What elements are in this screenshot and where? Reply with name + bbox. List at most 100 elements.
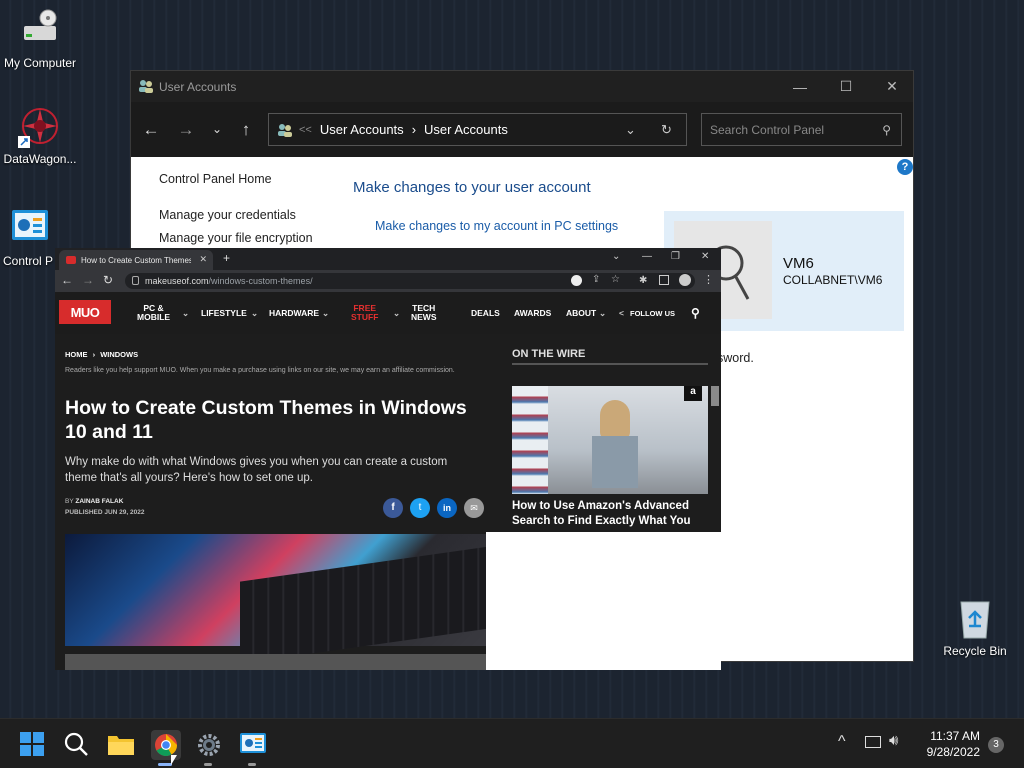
side-panel-icon[interactable]	[659, 275, 669, 285]
desktop-icon-datawagon[interactable]: DataWagon...	[0, 104, 80, 166]
desktop-icon-label: Control P	[3, 254, 54, 268]
nav-follow-us[interactable]: FOLLOW US	[630, 292, 675, 334]
nav-chevron-icon: ⌄	[599, 307, 607, 318]
back-arrow-icon[interactable]: ←	[61, 273, 73, 287]
tab-close-icon[interactable]: ✕	[199, 254, 207, 265]
google-lens-icon[interactable]	[571, 275, 582, 286]
show-hidden-icons-chevron-icon[interactable]: ^	[838, 733, 846, 751]
breadcrumb-home[interactable]: HOME	[65, 350, 88, 359]
file-explorer-button[interactable]	[107, 731, 135, 759]
breadcrumb-overflow-icon[interactable]: <<	[299, 124, 312, 136]
nav-pc-mobile[interactable]: PC & MOBILE	[137, 292, 170, 334]
nav-chevron-icon: ⌄	[182, 307, 190, 318]
twitter-share-icon[interactable]: t	[410, 498, 430, 518]
datawagon-icon	[18, 104, 62, 148]
facebook-share-icon[interactable]: f	[383, 498, 403, 518]
start-button[interactable]	[19, 731, 47, 759]
network-icon[interactable]	[865, 736, 881, 748]
settings-button[interactable]	[195, 731, 223, 759]
clock-time: 11:37 AM	[930, 729, 980, 743]
author-name[interactable]: ZAINAB FALAK	[75, 498, 123, 505]
volume-icon[interactable]: 🔊︎	[889, 732, 898, 749]
profile-icon[interactable]	[679, 274, 691, 286]
up-arrow-icon[interactable]: ↑	[236, 120, 256, 140]
notification-badge[interactable]: 3	[988, 737, 1004, 753]
article-hero-image	[65, 534, 490, 664]
desktop-icon-recycle-bin[interactable]: Recycle Bin	[935, 596, 1015, 658]
site-header: MUO PC & MOBILE ⌄ LIFESTYLE ⌄ HARDWARE ⌄…	[55, 292, 721, 334]
address-bar[interactable]: << User Accounts › User Accounts ⌄ ↻	[268, 113, 687, 146]
extensions-icon[interactable]: ✱	[639, 275, 647, 286]
desktop-icon-my-computer[interactable]: My Computer	[0, 8, 80, 70]
nav-deals[interactable]: DEALS	[471, 292, 500, 334]
search-icon[interactable]: ⚲	[691, 292, 700, 334]
scrollbar-thumb[interactable]	[711, 386, 719, 406]
search-input[interactable]: Search Control Panel ⚲	[701, 113, 902, 146]
close-button[interactable]: ✕	[869, 71, 915, 102]
address-dropdown-icon[interactable]: ⌄	[625, 122, 636, 138]
breadcrumb-item[interactable]: User Accounts	[320, 122, 404, 137]
window-titlebar[interactable]: User Accounts — ☐ ✕	[131, 71, 913, 102]
nav-awards[interactable]: AWARDS	[514, 292, 551, 334]
folder-icon	[108, 736, 134, 755]
search-placeholder: Search Control Panel	[710, 122, 825, 137]
search-icon	[64, 732, 88, 756]
bookmark-star-icon[interactable]: ☆	[611, 274, 620, 285]
help-icon[interactable]: ?	[897, 159, 913, 175]
control-panel-home-link[interactable]: Control Panel Home	[159, 172, 272, 186]
pc-settings-link[interactable]: Make changes to my account in PC setting…	[375, 219, 618, 233]
browser-tab[interactable]: How to Create Custom Themes i ✕	[59, 250, 213, 270]
sidebar-card-image[interactable]: a	[512, 386, 708, 494]
gear-icon	[198, 734, 220, 756]
breadcrumb-item[interactable]: User Accounts	[424, 122, 508, 137]
nav-hardware[interactable]: HARDWARE	[269, 292, 319, 334]
person-image	[600, 400, 630, 440]
laptop-keyboard-image	[240, 546, 490, 664]
taskbar: ^ 🔊︎ 11:37 AM 9/28/2022 3	[0, 718, 1024, 768]
nav-about[interactable]: ABOUT	[566, 292, 596, 334]
minimize-button[interactable]: —	[777, 71, 823, 102]
share-icon[interactable]: ⇪	[592, 274, 600, 285]
minimize-button[interactable]: —	[642, 251, 652, 262]
nav-lifestyle[interactable]: LIFESTYLE	[201, 292, 247, 334]
maximize-button[interactable]: ❐	[671, 251, 680, 262]
clock[interactable]: 11:37 AM 9/28/2022	[918, 728, 980, 760]
forward-arrow-icon[interactable]: →	[82, 273, 94, 287]
search-button[interactable]	[63, 731, 91, 759]
article-subtitle: Why make do with what Windows gives you …	[65, 456, 448, 484]
desktop-icon-control-panel[interactable]: Control P	[0, 206, 60, 268]
nav-free-stuff[interactable]: FREE STUFF	[351, 292, 378, 334]
desktop: My Computer DataWagon... Control P Recyc…	[0, 0, 1024, 718]
breadcrumb-section[interactable]: WINDOWS	[100, 350, 138, 359]
new-tab-button[interactable]: +	[223, 251, 230, 265]
tab-strip: How to Create Custom Themes i ✕ + ⌄ — ❐ …	[55, 248, 721, 270]
close-button[interactable]: ✕	[701, 251, 709, 262]
linkedin-share-icon[interactable]: in	[437, 498, 457, 518]
nav-label: STUFF	[351, 312, 379, 322]
nav-tech-news[interactable]: TECH NEWS	[411, 292, 437, 334]
password-link-partial[interactable]: sword.	[717, 351, 754, 365]
nav-label: MOBILE	[137, 312, 171, 322]
url-input[interactable]: makeuseof.com /windows-custom-themes/ ⇪ …	[125, 273, 695, 289]
nav-chevron-icon: ⌄	[393, 307, 401, 318]
sidebar-card-title[interactable]: How to Use Amazon's Advanced Search to F…	[512, 499, 702, 530]
amazon-logo-icon: a	[684, 386, 702, 401]
refresh-icon[interactable]: ↻	[661, 122, 672, 138]
menu-kebab-icon[interactable]: ⋮	[703, 273, 714, 286]
manage-credentials-link[interactable]: Manage your credentials	[159, 208, 296, 222]
maximize-button[interactable]: ☐	[823, 71, 869, 102]
forward-arrow-icon[interactable]: →	[176, 120, 196, 140]
control-panel-icon	[240, 733, 266, 753]
recent-locations-chevron-icon[interactable]: ⌄	[207, 122, 227, 136]
person-body-image	[592, 436, 638, 488]
site-logo[interactable]: MUO	[59, 300, 111, 324]
nav-chevron-icon: ⌄	[322, 307, 330, 318]
desktop-icon-label: Recycle Bin	[943, 644, 1007, 658]
manage-file-encryption-link[interactable]: Manage your file encryption	[159, 231, 313, 245]
email-share-icon[interactable]: ✉	[464, 498, 484, 518]
control-panel-taskbar-button[interactable]	[239, 731, 267, 759]
back-arrow-icon[interactable]: ←	[141, 120, 161, 140]
tab-search-chevron-icon[interactable]: ⌄	[612, 251, 620, 262]
reload-icon[interactable]: ↻	[103, 273, 113, 287]
share-icon: <	[619, 307, 624, 318]
